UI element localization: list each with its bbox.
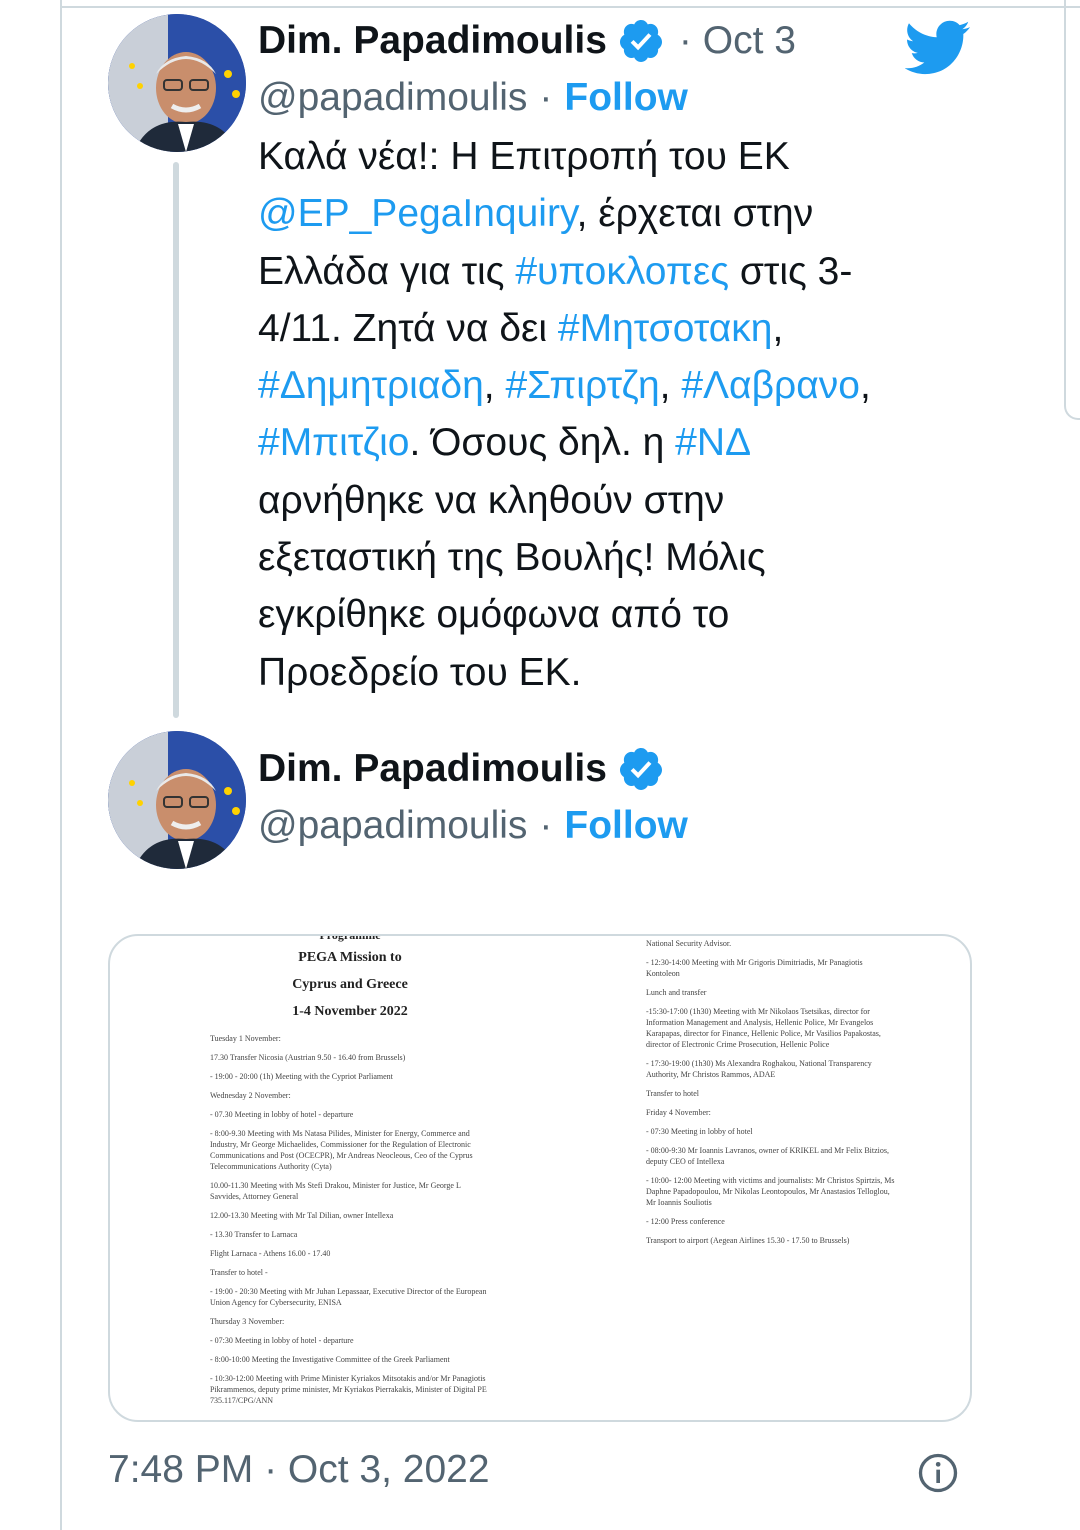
tweet-text-line: 4/11. Ζητά να δει #Μητσοτακη, (258, 300, 958, 357)
tweet-text-segment: . Όσους δηλ. η (409, 421, 676, 465)
document-line: Wednesday 2 November: (210, 1091, 291, 1100)
follow-button[interactable]: Follow (564, 76, 687, 120)
document-line: 12.00-13.30 Meeting with Mr Tal Dilian, … (210, 1211, 394, 1220)
document-line: National Security Advisor. (646, 939, 732, 948)
info-icon[interactable] (918, 1453, 958, 1493)
hashtag-link[interactable]: #Μπιτζιο (258, 421, 409, 464)
document-right-column: National Security Advisor. - 12:30-14:00 … (646, 938, 898, 1254)
tweet-date[interactable]: · Oct 3 (679, 19, 796, 63)
hashtag-link[interactable]: #Σπιρτζη (505, 364, 659, 407)
tweet-text-line: Καλά νέα!: Η Επιτροπή του ΕΚ (258, 128, 958, 185)
verified-badge-icon (619, 748, 662, 790)
tweet-text-line: εγκρίθηκε ομόφωνα από το (258, 586, 958, 643)
document-line: - 19:00 - 20:00 (1h) Meeting with the Cy… (210, 1072, 393, 1081)
follow-button[interactable]: Follow (564, 804, 687, 848)
tweet-text-line: αρνήθηκε να κληθούν στην (258, 472, 958, 529)
media-image[interactable]: Programme PEGA Mission to Cyprus and Gree… (108, 934, 972, 1422)
tweet-text-line: @EP_PegaInquiry, έρχεται στην (258, 185, 958, 242)
avatar[interactable] (108, 14, 246, 152)
document-line: - 12:30-14:00 Meeting with Mr Grigoris D… (646, 958, 863, 978)
author-handle[interactable]: @papadimoulis (258, 804, 527, 848)
avatar-image (108, 14, 246, 152)
document-right-text: National Security Advisor. - 12:30-14:00 … (646, 938, 898, 1246)
separator-dot: · (539, 804, 553, 847)
document-title-line: Cyprus and Greece (292, 977, 408, 992)
author-name[interactable]: Dim. Papadimoulis (258, 747, 607, 791)
document-title-line: PEGA Mission to (298, 950, 402, 965)
avatar[interactable] (108, 731, 246, 869)
document-line: - 19:00 - 20:30 Meeting with Mr Juhan Le… (210, 1287, 487, 1307)
document-line: - 13.30 Transfer to Larnaca (210, 1230, 298, 1239)
document-line: - 07:30 Meeting in lobby of hotel - depa… (210, 1336, 354, 1345)
adjacent-card-edge (1064, 0, 1080, 420)
document-line: - 08:00-9:30 Mr Ioannis Lavranos, owner … (646, 1146, 889, 1166)
separator-dot: · (539, 76, 553, 119)
document-line: Flight Larnaca - Athens 16.00 - 17.40 (210, 1249, 331, 1258)
document-line: Thursday 3 November: (210, 1317, 285, 1326)
twitter-bird-icon[interactable] (905, 20, 971, 76)
tweet1-handle-row: @papadimoulis · Follow (258, 70, 688, 126)
document-line: -15:30-17:00 (1h30) Meeting with Mr Niko… (646, 1007, 881, 1049)
document-title-partial: Programme (319, 934, 381, 942)
document-line: Tuesday 1 November: (210, 1034, 281, 1043)
tweet-text-segment: , (859, 364, 871, 408)
tweet-text-segment: στις 3- (729, 249, 853, 293)
hashtag-link[interactable]: #Δημητριαδη (258, 364, 484, 407)
document-title: PEGA Mission to Cyprus and Greece 1-4 Nove… (210, 944, 490, 1025)
tweet-text-line: #Δημητριαδη, #Σπιρτζη, #Λαβρανο, (258, 357, 958, 414)
tweet-text-segment: , έρχεται στην (576, 192, 814, 236)
hashtag-link[interactable]: #ΝΔ (675, 421, 751, 464)
author-name[interactable]: Dim. Papadimoulis (258, 19, 607, 63)
document-line: 10.00-11.30 Meeting with Ms Stefi Drakou… (210, 1181, 461, 1201)
tweet-text-line: Προεδρείο του ΕΚ. (258, 644, 958, 701)
tweet-text-segment: εξεταστική της Βουλής! Μόλις (258, 536, 766, 580)
document-line: - 12:00 Press conference (646, 1217, 725, 1226)
tweet2-header: Dim. Papadimoulis (258, 741, 665, 797)
document-line: Lunch and transfer (646, 988, 707, 997)
document-line: - 17:30-19:00 (1h30) Ms Alexandra Roghak… (646, 1059, 872, 1079)
document-line: - 10:00- 12:00 Meeting with victims and … (646, 1176, 895, 1207)
document-left-column: Programme PEGA Mission to Cyprus and Gree… (210, 934, 490, 1414)
tweet-text-segment: Καλά νέα!: Η Επιτροπή του ΕΚ (258, 135, 790, 178)
hashtag-link[interactable]: #Λαβρανο (681, 364, 860, 407)
document-line: - 07.30 Meeting in lobby of hotel - depa… (210, 1110, 354, 1119)
document-line: Transfer to hotel (646, 1089, 700, 1098)
tweet-text-segment: 4/11. Ζητά να δει (258, 306, 558, 350)
hashtag-link[interactable]: #υποκλοπες (515, 250, 729, 293)
document-line: - 10:30-12:00 Meeting with Prime Ministe… (210, 1374, 487, 1405)
document-line: - 8:00-9.30 Meeting with Ms Natasa Pilid… (210, 1129, 473, 1171)
tweet-text-segment: , (772, 306, 784, 350)
document-line: Friday 4 November: (646, 1108, 711, 1117)
tweet-text-segment: Ελλάδα για τις (258, 249, 516, 293)
tweet2-handle-row: @papadimoulis · Follow (258, 798, 688, 854)
document-title-line: 1-4 November 2022 (292, 1004, 408, 1019)
thread-connector (173, 162, 179, 718)
tweet-text-segment: Προεδρείο του ΕΚ. (258, 650, 582, 694)
tweet-text-line: εξεταστική της Βουλής! Μόλις (258, 529, 958, 586)
hashtag-link[interactable]: #Μητσοτακη (558, 307, 773, 350)
tweet-text-segment: αρνήθηκε να κληθούν στην (258, 478, 725, 522)
tweet1-header: Dim. Papadimoulis · Oct 3 (258, 13, 796, 69)
verified-badge-icon (619, 20, 662, 62)
document-line: Transport to airport (Aegean Airlines 15… (646, 1236, 850, 1245)
document-line: Transfer to hotel - (210, 1268, 268, 1277)
document-line: - 8:00-10:00 Meeting the Investigative C… (210, 1355, 450, 1364)
tweet-text: Καλά νέα!: Η Επιτροπή του ΕΚ @EP_PegaInqu… (258, 128, 958, 701)
tweet-timestamp[interactable]: 7:48 PM · Oct 3, 2022 (108, 1448, 490, 1492)
tweet-text-segment: , (483, 364, 506, 408)
document-line: 17.30 Transfer Nicosia (Austrian 9.50 - … (210, 1053, 406, 1062)
tweet-text-segment: εγκρίθηκε ομόφωνα από το (258, 593, 730, 637)
author-handle[interactable]: @papadimoulis (258, 76, 527, 120)
mention-link[interactable]: @EP_PegaInquiry (258, 192, 577, 235)
tweet-text-line: Ελλάδα για τις #υποκλοπες στις 3- (258, 243, 958, 300)
tweet-text-segment: , (659, 364, 682, 408)
avatar-image (108, 731, 246, 869)
tweet-text-line: #Μπιτζιο. Όσους δηλ. η #ΝΔ (258, 414, 958, 471)
document-left-text: Tuesday 1 November: 17.30 Transfer Nicosi… (210, 1033, 490, 1406)
document-line: - 07:30 Meeting in lobby of hotel (646, 1127, 753, 1136)
